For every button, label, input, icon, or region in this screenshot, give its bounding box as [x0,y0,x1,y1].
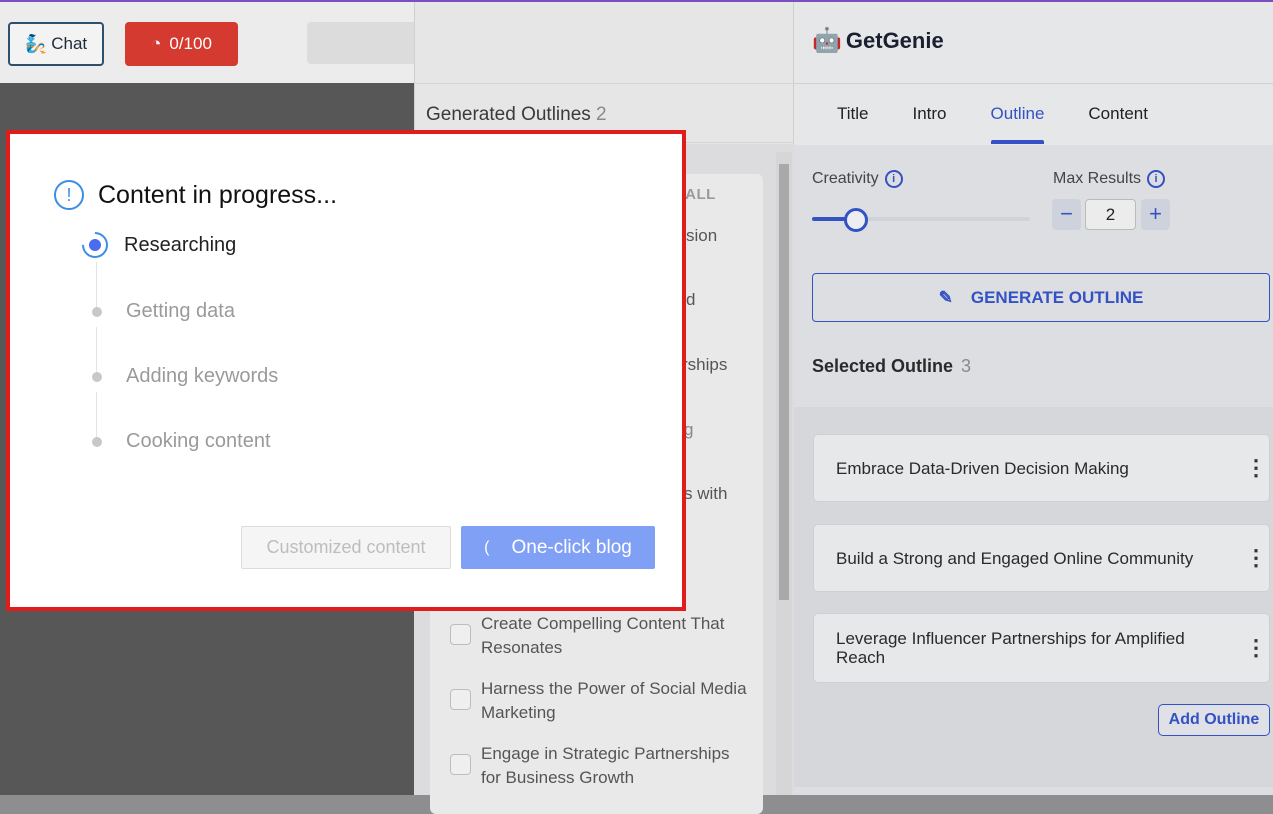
outline-item[interactable]: Engage in Strategic Partnerships for Bus… [450,742,750,790]
chat-button[interactable]: 🧞 Chat [8,22,104,66]
getgenie-logo: 🤖 GetGenie [812,26,944,55]
outline-item-label: Harness the Power of Social Media Market… [481,679,747,722]
step-dot-icon [92,306,102,317]
info-icon[interactable]: i [884,170,903,188]
outline-item-fragment[interactable]: sion [686,226,717,246]
checkbox[interactable] [450,624,471,645]
tab-outline[interactable]: Outline [990,84,1044,144]
customized-content-button[interactable]: Customized content [241,526,451,569]
outline-item-label: Create Compelling Content That Resonates [481,614,725,657]
brand-name: GetGenie [845,27,944,53]
checkbox[interactable] [450,689,471,710]
max-results-label: Max Results i [1053,170,1166,188]
content-progress-modal: ! Content in progress... Researching Get… [6,130,686,611]
loading-spinner-icon: ( [484,538,490,556]
add-outline-button[interactable]: Add Outline [1158,704,1270,736]
selected-outline-header: Selected Outline 3 [812,356,971,377]
step-label: Adding keywords [126,365,279,387]
toolbar-placeholder [307,22,414,64]
step-adding-keywords: Adding keywords [90,365,278,388]
tab-bar: Title Intro Outline Content [794,83,1273,145]
step-dot-icon [92,436,102,447]
selected-outline-label: Build a Strong and Engaged Online Commun… [836,548,1194,568]
outline-item-fragment[interactable]: s with [684,484,727,504]
gauge-icon: ◔ [151,34,162,53]
decrement-button[interactable]: − [1052,199,1081,230]
selected-outline-item[interactable]: Embrace Data-Driven Decision Making ⋮ [813,434,1270,502]
creativity-slider-handle[interactable] [843,208,868,232]
more-vertical-icon[interactable]: ⋮ [1245,637,1267,659]
more-vertical-icon[interactable]: ⋮ [1245,457,1267,479]
increment-button[interactable]: + [1141,199,1170,230]
credits-button[interactable]: ◔ 0/100 [125,22,238,66]
scrollbar-thumb[interactable] [779,164,789,600]
generate-outline-label: GENERATE OUTLINE [970,287,1144,307]
creativity-text: Creativity [812,170,879,188]
info-circle-icon: ! [54,180,84,210]
one-click-blog-button[interactable]: ( One-click blog [461,526,655,569]
selected-outline-item[interactable]: Build a Strong and Engaged Online Commun… [813,524,1270,592]
outline-item[interactable]: Create Compelling Content That Resonates [450,612,750,660]
outline-item[interactable]: Harness the Power of Social Media Market… [450,677,750,725]
generate-outline-button[interactable]: ✎ GENERATE OUTLINE [812,273,1270,322]
step-researching: Researching [76,226,237,264]
step-label: Researching [124,233,237,256]
step-cooking-content: Cooking content [90,430,271,453]
one-click-blog-label: One-click blog [511,536,632,558]
info-icon[interactable]: i [1147,170,1166,188]
selected-outline-title: Selected Outline [812,356,954,376]
step-getting-data: Getting data [90,300,235,323]
outline-item-fragment[interactable]: rships [682,355,727,375]
spinner-icon [76,226,114,264]
tab-title[interactable]: Title [837,84,869,144]
max-results-input[interactable]: 2 [1085,199,1136,230]
selected-outline-count: 3 [961,356,972,376]
step-dot-icon [92,371,102,382]
tab-content[interactable]: Content [1088,84,1148,144]
more-vertical-icon[interactable]: ⋮ [1245,547,1267,569]
modal-title-text: Content in progress... [98,180,338,209]
credits-label: 0/100 [169,34,212,53]
genie-logo-icon: 🤖 [812,27,842,54]
checkbox[interactable] [450,754,471,775]
outline-item-label: Engage in Strategic Partnerships for Bus… [481,744,730,787]
step-label: Getting data [126,300,235,322]
step-label: Cooking content [126,430,271,452]
chat-label: Chat [51,34,88,53]
genie-avatar-icon: 🧞 [24,33,48,54]
selected-outline-label: Leverage Influencer Partnerships for Amp… [836,629,1185,667]
selected-outline-label: Embrace Data-Driven Decision Making [836,458,1129,478]
modal-title: ! Content in progress... [54,180,337,210]
generated-outlines-title: Generated Outlines [426,104,591,125]
outline-item-fragment[interactable]: d [686,290,695,310]
pencil-icon: ✎ [938,287,953,307]
creativity-label: Creativity i [812,170,903,188]
selected-outline-item[interactable]: Leverage Influencer Partnerships for Amp… [813,613,1270,683]
max-results-text: Max Results [1053,170,1142,188]
tab-intro[interactable]: Intro [913,84,947,144]
generated-outlines-count: 2 [596,104,607,125]
